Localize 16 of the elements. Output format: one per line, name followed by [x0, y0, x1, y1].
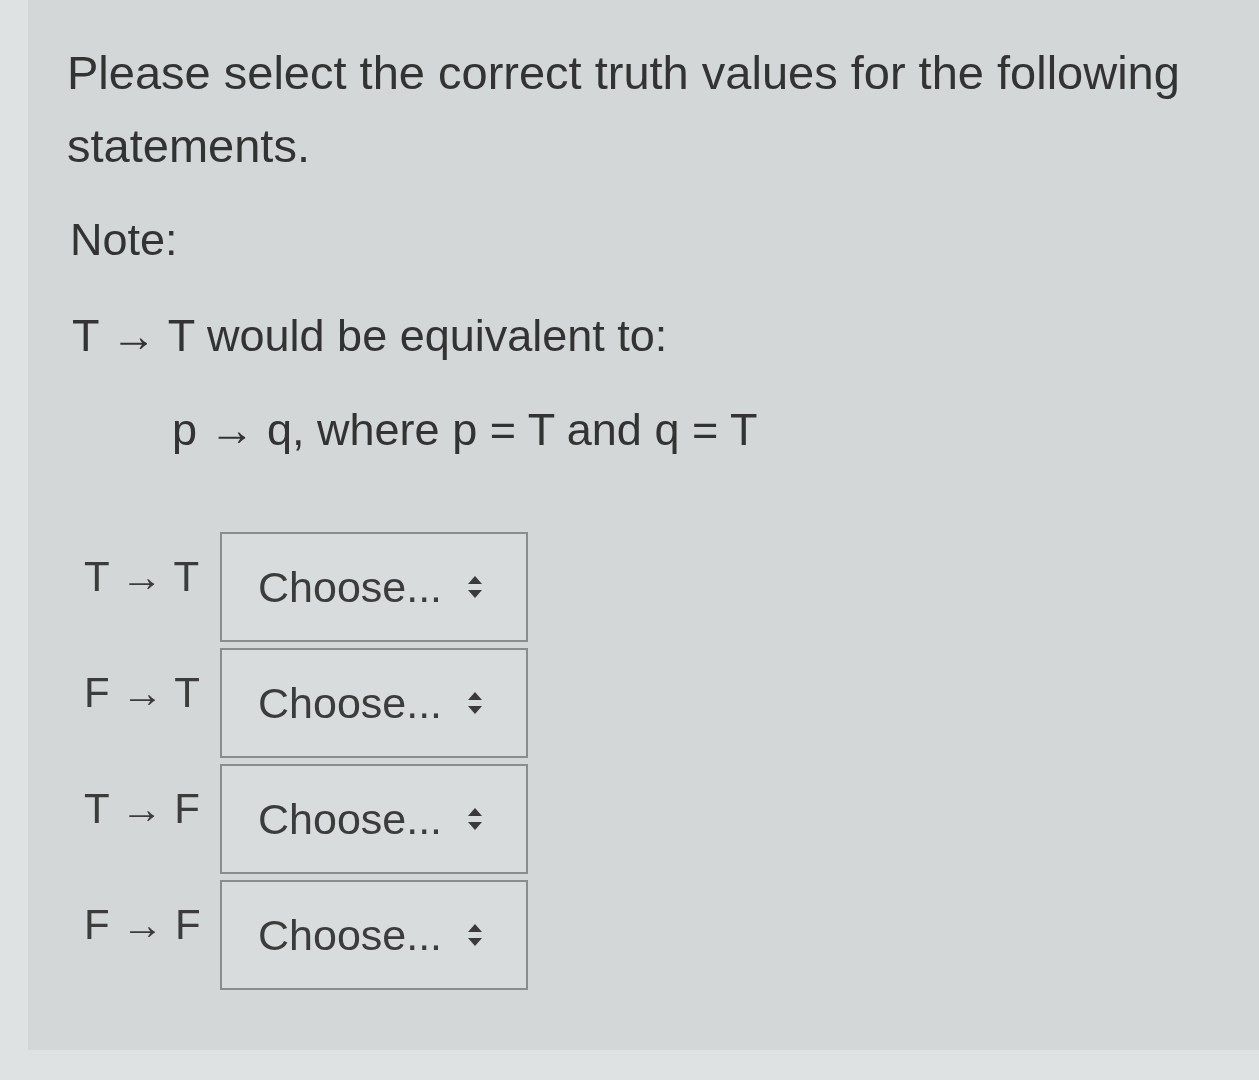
statement-label: F → T — [83, 668, 201, 718]
choose-dropdown[interactable]: Choose... — [220, 532, 528, 642]
choose-dropdown[interactable]: Choose... — [220, 764, 528, 874]
statement-label: T → T — [83, 552, 201, 602]
up-down-caret-icon — [468, 576, 483, 598]
statement-label: F → F — [83, 900, 202, 950]
choose-dropdown[interactable]: Choose... — [220, 648, 528, 758]
instructions-text: Please select the correct truth values for the following statements. — [67, 45, 1181, 174]
statement-label: T → F — [83, 784, 201, 834]
up-down-caret-icon — [468, 808, 483, 830]
up-down-caret-icon — [468, 692, 483, 714]
note-label: Note: — [69, 213, 179, 267]
choose-dropdown[interactable]: Choose... — [220, 880, 528, 990]
note-example: T → T would be equivalent to: — [71, 309, 669, 363]
note-explanation: p → q, where p = T and q = T — [171, 403, 759, 457]
up-down-caret-icon — [468, 924, 483, 946]
